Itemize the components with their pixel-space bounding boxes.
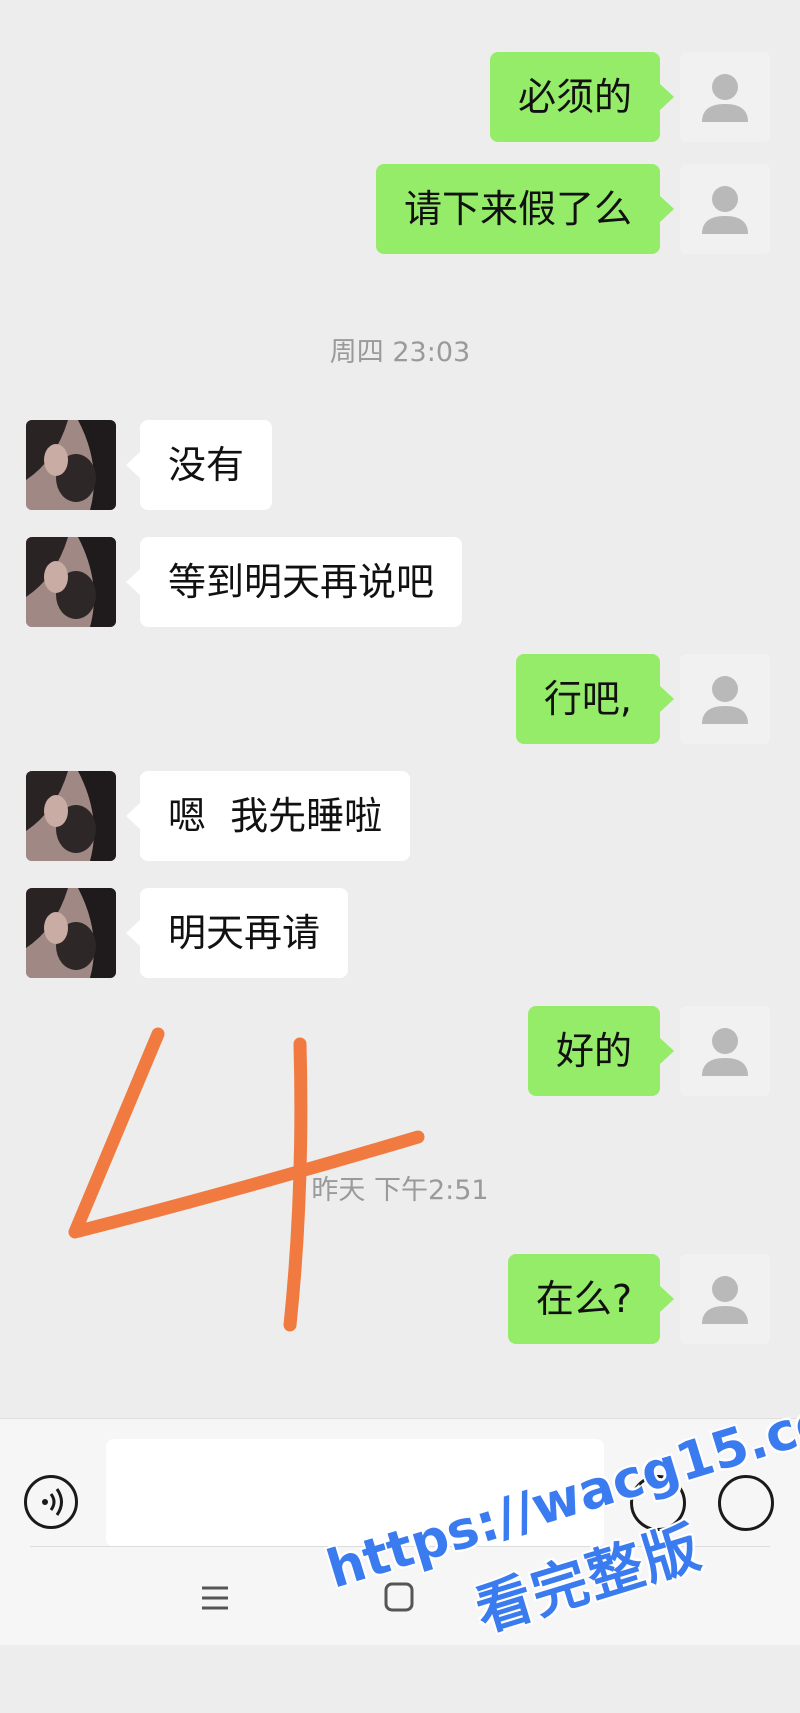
message-bubble-incoming[interactable]: 明天再请 xyxy=(125,888,349,978)
my-avatar-icon[interactable] xyxy=(680,52,770,142)
message-row-incoming: 明天再请 xyxy=(0,888,800,978)
message-row-incoming: 等到明天再说吧 xyxy=(0,537,800,627)
message-row-outgoing: 必须的 xyxy=(0,52,800,142)
menu-icon[interactable] xyxy=(180,1570,250,1626)
contact-avatar-icon[interactable] xyxy=(26,888,116,978)
message-row-outgoing: 行吧, xyxy=(0,654,800,744)
chat-area[interactable]: 必须的 请下来假了么 周四 23:03 没有 等到明天再说吧 行吧, 嗯 我先睡… xyxy=(0,0,800,1418)
chat-timestamp: 昨天 下午2:51 xyxy=(311,1175,489,1206)
message-bubble-incoming[interactable]: 嗯 我先睡啦 xyxy=(125,771,411,861)
message-bubble-incoming[interactable]: 等到明天再说吧 xyxy=(125,537,463,627)
message-row-incoming: 没有 xyxy=(0,420,800,510)
emoji-icon[interactable] xyxy=(630,1475,686,1531)
message-row-outgoing: 在么? xyxy=(0,1254,800,1344)
add-more-icon[interactable] xyxy=(718,1475,774,1531)
home-icon[interactable] xyxy=(364,1570,434,1626)
message-bubble-outgoing[interactable]: 行吧, xyxy=(515,654,675,744)
my-avatar-icon[interactable] xyxy=(680,164,770,254)
message-row-incoming: 嗯 我先睡啦 xyxy=(0,771,800,861)
message-bubble-outgoing[interactable]: 在么? xyxy=(507,1254,675,1344)
message-bubble-outgoing[interactable]: 必须的 xyxy=(489,52,675,142)
message-bubble-outgoing[interactable]: 请下来假了么 xyxy=(375,164,675,254)
contact-avatar-icon[interactable] xyxy=(26,420,116,510)
contact-avatar-icon[interactable] xyxy=(26,771,116,861)
my-avatar-icon[interactable] xyxy=(680,1006,770,1096)
message-row-outgoing: 好的 xyxy=(0,1006,800,1096)
message-input[interactable] xyxy=(106,1439,604,1547)
message-row-outgoing: 请下来假了么 xyxy=(0,164,800,254)
divider xyxy=(30,1546,770,1547)
chat-timestamp: 周四 23:03 xyxy=(329,337,471,368)
my-avatar-icon[interactable] xyxy=(680,654,770,744)
my-avatar-icon[interactable] xyxy=(680,1254,770,1344)
message-bubble-incoming[interactable]: 没有 xyxy=(125,420,273,510)
message-bubble-outgoing[interactable]: 好的 xyxy=(527,1006,675,1096)
contact-avatar-icon[interactable] xyxy=(26,537,116,627)
voice-input-icon[interactable] xyxy=(24,1475,78,1529)
